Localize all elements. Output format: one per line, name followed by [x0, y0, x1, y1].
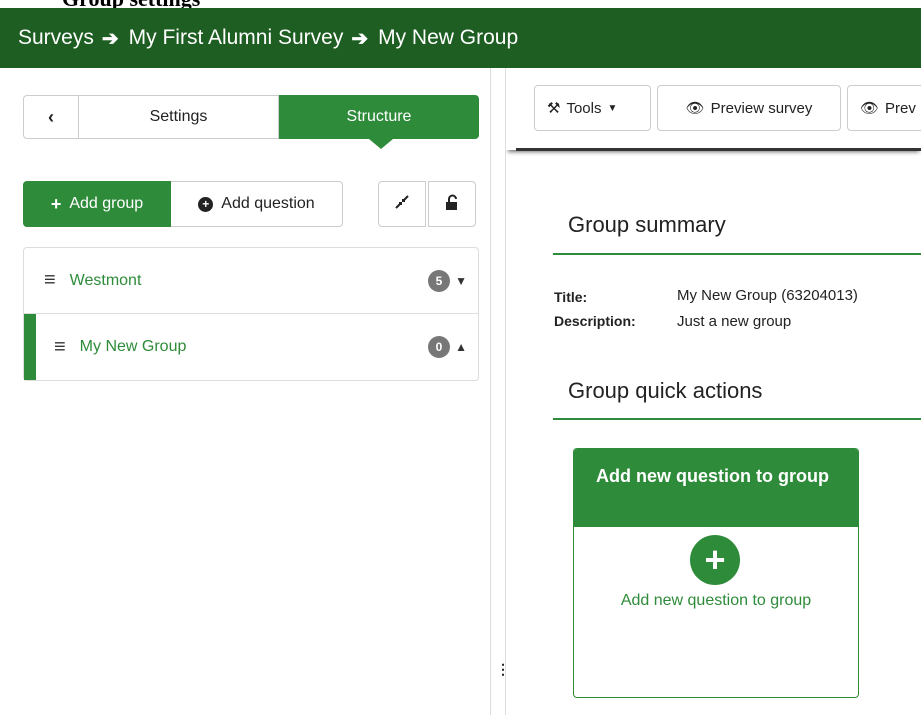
top-toolbar: ⚒ Tools ▼ 👁 Preview survey 👁 Prev — [506, 68, 921, 150]
group-label[interactable]: Westmont — [70, 272, 142, 290]
section-divider — [553, 253, 921, 255]
preview-group-label: Prev — [885, 99, 916, 117]
chevron-left-icon: ‹ — [48, 106, 54, 127]
tab-structure[interactable]: Structure — [279, 95, 479, 149]
add-question-card[interactable]: Add new question to group + Add new ques… — [573, 448, 859, 698]
list-item[interactable]: ≡ Westmont 5 ▼ — [24, 248, 478, 314]
active-tab-caret — [369, 139, 393, 149]
preview-group-button[interactable]: 👁 Prev — [847, 85, 921, 131]
title-label: Title: — [554, 289, 588, 305]
tools-icon: ⚒ — [547, 100, 561, 117]
plus-circle-icon: + — [198, 196, 214, 212]
section-divider — [553, 418, 921, 420]
question-count-badge: 5 — [428, 269, 450, 292]
panel-resize-handle[interactable]: ⋮ — [490, 68, 510, 715]
breadcrumb-group: My New Group — [378, 26, 519, 49]
caret-down-icon: ▼ — [607, 102, 618, 114]
add-question-link[interactable]: Add new question to group — [574, 592, 858, 610]
add-group-label: Add group — [69, 195, 144, 212]
main-content: ⚒ Tools ▼ 👁 Preview survey 👁 Prev Group … — [506, 68, 921, 715]
plus-icon: + — [50, 193, 62, 214]
unlock-icon — [445, 194, 459, 214]
card-header: Add new question to group — [574, 449, 858, 527]
eye-icon: 👁 — [685, 100, 705, 117]
unlock-button[interactable] — [428, 181, 476, 227]
breadcrumb: Surveys ➔ My First Alumni Survey ➔ My Ne… — [0, 8, 921, 68]
tab-settings-label: Settings — [149, 108, 208, 125]
list-item[interactable]: ≡ My New Group 0 ▲ — [24, 314, 478, 380]
preview-survey-button[interactable]: 👁 Preview survey — [657, 85, 841, 131]
description-value: Just a new group — [677, 313, 792, 330]
group-label[interactable]: My New Group — [80, 338, 187, 356]
preview-survey-label: Preview survey — [710, 99, 813, 117]
toolbar-divider — [516, 148, 921, 151]
tools-label: Tools — [566, 99, 602, 117]
group-quick-actions-title: Group quick actions — [568, 378, 763, 403]
tab-settings[interactable]: Settings — [79, 95, 279, 139]
arrow-right-icon: ➔ — [101, 27, 119, 50]
group-summary-title: Group summary — [568, 212, 726, 237]
sidebar-tabs: ‹ Settings Structure — [23, 95, 479, 149]
caret-up-icon[interactable]: ▲ — [455, 340, 467, 354]
structure-actions: + Add group + Add question — [23, 181, 343, 227]
add-group-button[interactable]: + Add group — [23, 181, 171, 227]
sidebar: ‹ Settings Structure + Add group + Add q… — [0, 68, 490, 715]
collapse-all-button[interactable] — [378, 181, 426, 227]
add-question-button[interactable]: + Add question — [171, 181, 343, 227]
plus-circle-icon[interactable]: + — [690, 535, 740, 585]
breadcrumb-survey[interactable]: My First Alumni Survey — [129, 26, 344, 50]
arrow-right-icon: ➔ — [351, 27, 369, 50]
tab-structure-label: Structure — [346, 108, 412, 125]
eye-icon: 👁 — [860, 100, 880, 117]
caret-down-icon[interactable]: ▼ — [455, 274, 467, 288]
question-group-list: ≡ Westmont 5 ▼ ≡ My New Group 0 ▲ — [23, 247, 479, 381]
collapse-sidebar-button[interactable]: ‹ — [23, 95, 79, 139]
compress-icon — [395, 195, 409, 213]
breadcrumb-surveys[interactable]: Surveys — [18, 26, 94, 50]
question-count-badge: 0 — [428, 336, 450, 358]
title-value: My New Group (63204013) — [677, 287, 858, 304]
drag-handle-icon[interactable]: ≡ — [54, 336, 66, 359]
add-question-label: Add question — [221, 195, 315, 212]
drag-handle-icon[interactable]: ≡ — [44, 269, 56, 292]
tools-dropdown-button[interactable]: ⚒ Tools ▼ — [534, 85, 651, 131]
description-label: Description: — [554, 313, 636, 329]
